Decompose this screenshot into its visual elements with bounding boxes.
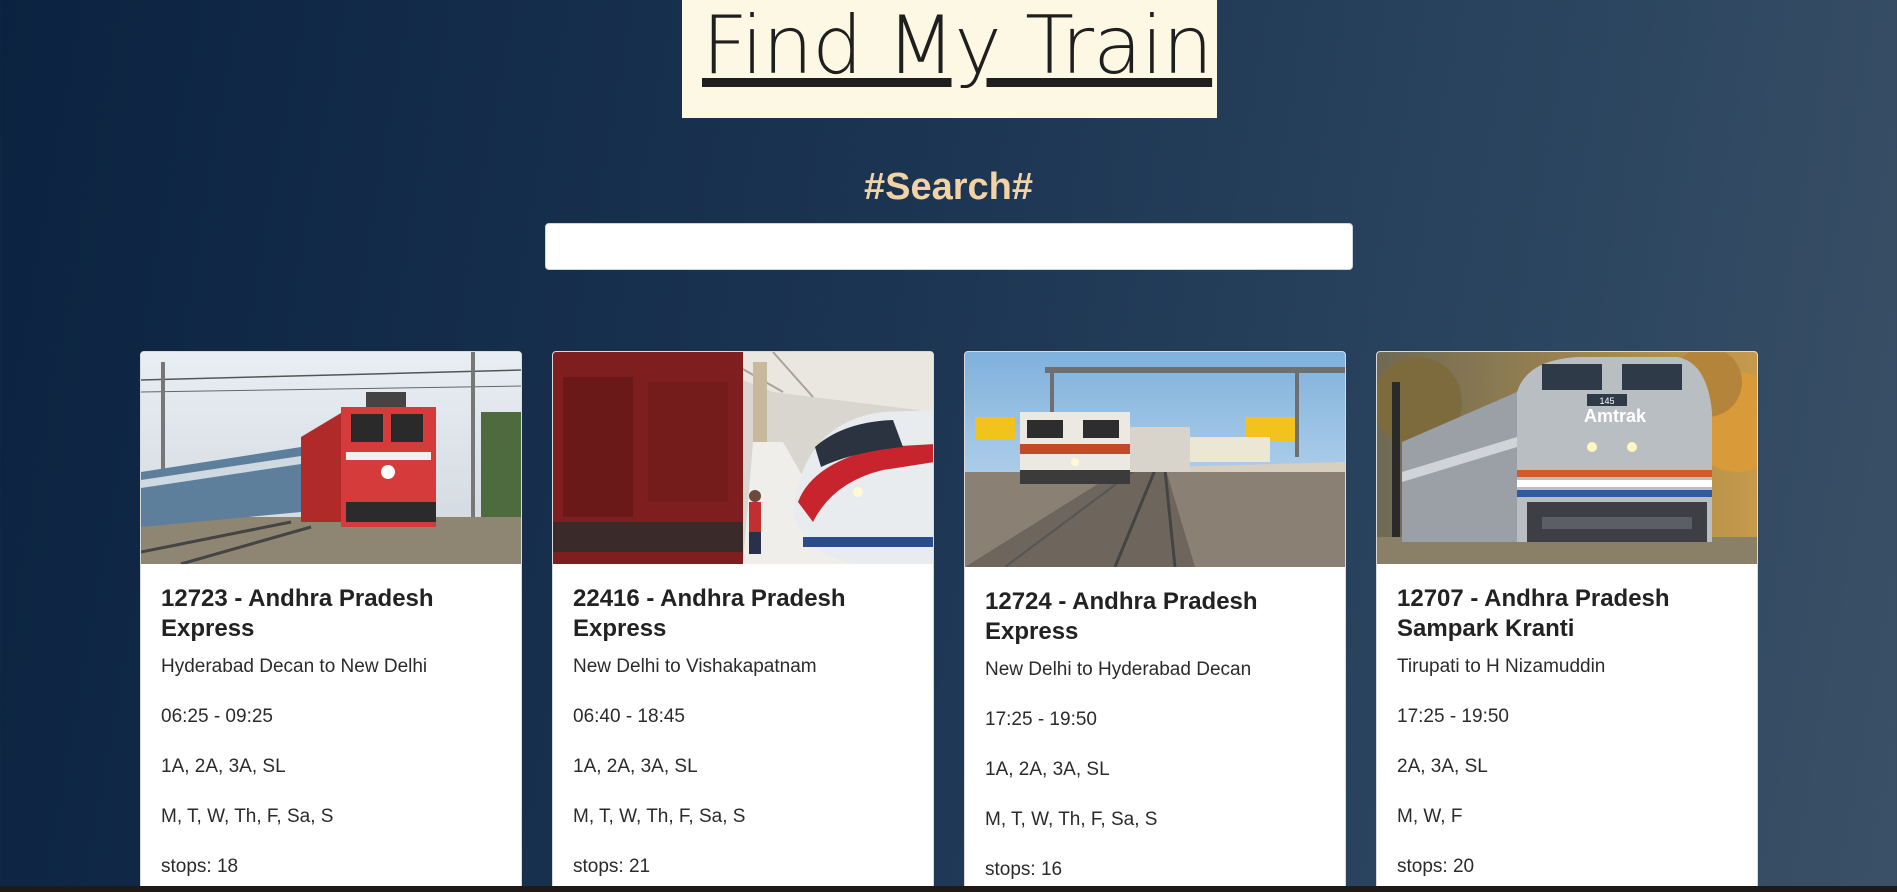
train-route: Hyderabad Decan to New Delhi <box>161 656 428 677</box>
train-classes: 1A, 2A, 3A, SL <box>985 759 1110 780</box>
train-card[interactable]: 22416 - Andhra Pradesh Express New Delhi… <box>552 351 934 892</box>
train-route: New Delhi to Hyderabad Decan <box>985 659 1252 680</box>
search-heading: #Search# <box>863 166 1033 208</box>
train-route: New Delhi to Vishakapatnam <box>573 656 817 677</box>
train-time: 06:40 - 18:45 <box>573 706 685 727</box>
train-stops: stops: 21 <box>573 856 651 877</box>
train-title: 12723 - Andhra Pradesh Express <box>161 585 434 642</box>
train-image <box>965 352 1345 567</box>
train-stops: stops: 20 <box>1397 856 1475 877</box>
svg-text:145: 145 <box>1599 396 1614 406</box>
train-time: 06:25 - 09:25 <box>161 706 273 727</box>
train-days: M, T, W, Th, F, Sa, S <box>161 806 334 827</box>
train-days: M, W, F <box>1397 806 1463 827</box>
page-bottom-edge <box>0 886 1897 892</box>
train-title: 22416 - Andhra Pradesh Express <box>573 585 846 642</box>
train-classes: 1A, 2A, 3A, SL <box>573 756 698 777</box>
train-stops: stops: 18 <box>161 856 239 877</box>
train-stops: stops: 16 <box>985 859 1063 880</box>
train-days: M, T, W, Th, F, Sa, S <box>573 806 746 827</box>
train-title: 12724 - Andhra Pradesh Express <box>985 588 1258 645</box>
train-image: 145 Amtrak <box>1377 352 1757 564</box>
title-banner: Find My Train <box>682 0 1217 118</box>
train-route: Tirupati to H Nizamuddin <box>1397 656 1606 677</box>
train-image <box>141 352 521 564</box>
train-card[interactable]: 12724 - Andhra Pradesh Express New Delhi… <box>964 351 1346 892</box>
train-card[interactable]: 12723 - Andhra Pradesh Express Hyderabad… <box>140 351 522 892</box>
train-classes: 2A, 3A, SL <box>1397 756 1488 777</box>
train-classes: 1A, 2A, 3A, SL <box>161 756 286 777</box>
train-card[interactable]: 145 Amtrak 12707 - Andhra Pradesh Sampar… <box>1376 351 1758 892</box>
train-title: 12707 - Andhra Pradesh Sampark Kranti <box>1397 585 1670 642</box>
search-input[interactable] <box>545 223 1353 270</box>
train-time: 17:25 - 19:50 <box>1397 706 1509 727</box>
train-image <box>553 352 933 564</box>
amtrak-logo: Amtrak <box>1584 406 1647 426</box>
page-title: Find My Train <box>702 0 1213 92</box>
train-days: M, T, W, Th, F, Sa, S <box>985 809 1158 830</box>
train-time: 17:25 - 19:50 <box>985 709 1097 730</box>
